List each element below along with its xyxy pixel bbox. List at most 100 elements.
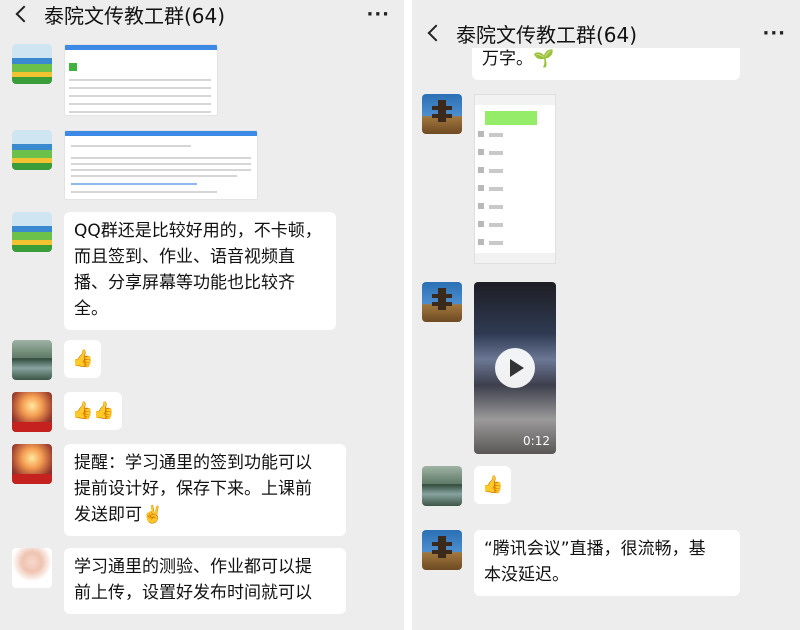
message-screenshot-2 (12, 130, 258, 200)
list-row (69, 79, 211, 81)
message-text-1: QQ群还是比较好用的，不卡顿， 而且签到、作业、语音视频直 播、分享屏幕等功能也… (12, 212, 336, 330)
screenshot-image[interactable] (474, 94, 556, 264)
play-icon[interactable] (495, 348, 535, 388)
message-phone-screenshot (422, 94, 556, 264)
list-text (489, 151, 503, 155)
video-duration: 0:12 (523, 434, 550, 448)
toolbar (71, 145, 191, 147)
list-text (489, 133, 503, 137)
back-chevron-left-icon[interactable] (14, 4, 34, 24)
message-bubble[interactable]: 👍 (474, 466, 512, 504)
avatar-badge (12, 422, 52, 432)
message-line: 而且签到、作业、语音视频直 (74, 247, 295, 267)
right-chat-panel: 泰院文传教工群(64) ··· 万字。🌱 0:12 👍 “腾讯会议”直播，很流畅… (412, 0, 800, 630)
message-emoji-1: 👍 (12, 340, 102, 380)
text-line (71, 191, 217, 193)
list-text (489, 241, 503, 245)
avatar[interactable] (12, 212, 52, 252)
list-text (489, 169, 503, 173)
list-text (489, 205, 503, 209)
list-avatar (478, 239, 484, 245)
avatar[interactable] (12, 392, 52, 432)
list-avatar (478, 221, 484, 227)
status-bar (412, 0, 800, 14)
message-line: 学习通里的测验、作业都可以提 (74, 557, 312, 577)
pagoda-icon (432, 100, 452, 122)
chat-title: 泰院文传教工群(64) (456, 22, 638, 47)
green-bubble (485, 111, 537, 125)
list-avatar (478, 131, 484, 137)
message-line: 发送即可✌️ (74, 505, 164, 525)
message-bubble[interactable]: 提醒：学习通里的签到功能可以 提前设计好，保存下来。上课前 发送即可✌️ (64, 444, 346, 536)
avatar[interactable] (422, 530, 462, 570)
phone-input-bar (475, 253, 555, 263)
message-screenshot-1 (12, 44, 218, 116)
list-avatar (478, 185, 484, 191)
thumbs-up-icon: 👍 (482, 475, 504, 495)
avatar[interactable] (12, 548, 52, 588)
text-line (71, 183, 197, 185)
thumbs-up-icon: 👍 (93, 401, 115, 421)
avatar[interactable] (12, 130, 52, 170)
text-line (71, 169, 251, 171)
message-line: “腾讯会议”直播，很流畅，基 (484, 539, 706, 559)
avatar[interactable] (422, 466, 462, 506)
chat-title: 泰院文传教工群(64) (44, 3, 226, 28)
message-bubble[interactable]: “腾讯会议”直播，很流畅，基 本没延迟。 (474, 530, 740, 596)
avatar[interactable] (12, 444, 52, 484)
avatar[interactable] (422, 94, 462, 134)
thumbs-up-icon: 👍 (72, 401, 94, 421)
avatar[interactable] (12, 340, 52, 380)
message-line: 全。 (74, 299, 108, 319)
message-text-3: 学习通里的测验、作业都可以提 前上传，设置好发布时间就可以 (12, 548, 346, 614)
message-line: 提前设计好，保存下来。上课前 (74, 479, 312, 499)
partial-message-bubble[interactable]: 万字。🌱 (472, 48, 740, 80)
window-titlebar (65, 45, 217, 50)
message-line: 播、分享屏幕等功能也比较齐 (74, 273, 295, 293)
message-line: 提醒：学习通里的签到功能可以 (74, 453, 312, 473)
more-dots-icon[interactable]: ··· (366, 4, 390, 25)
list-avatar (478, 203, 484, 209)
text-line (71, 163, 251, 165)
avatar[interactable] (12, 44, 52, 84)
message-bubble[interactable]: 学习通里的测验、作业都可以提 前上传，设置好发布时间就可以 (64, 548, 346, 614)
chat-header: 泰院文传教工群(64) ··· (412, 18, 800, 48)
message-line: QQ群还是比较好用的，不卡顿， (74, 221, 322, 241)
message-video: 0:12 (422, 282, 556, 454)
message-bubble[interactable]: 👍 (64, 340, 102, 378)
panel-divider (404, 0, 412, 630)
message-bubble[interactable]: QQ群还是比较好用的，不卡顿， 而且签到、作业、语音视频直 播、分享屏幕等功能也… (64, 212, 336, 330)
video-thumbnail[interactable]: 0:12 (474, 282, 556, 454)
window-titlebar (65, 131, 257, 136)
more-dots-icon[interactable]: ··· (762, 23, 786, 44)
pagoda-icon (432, 536, 452, 558)
list-avatar (478, 167, 484, 173)
thumbs-up-icon: 👍 (72, 349, 94, 369)
text-line (71, 175, 237, 177)
screenshot-image[interactable] (64, 44, 218, 116)
app-logo-icon (69, 63, 77, 71)
message-emoji: 👍 (422, 466, 512, 506)
message-line: 前上传，设置好发布时间就可以 (74, 583, 312, 603)
pagoda-icon (432, 288, 452, 310)
message-text: “腾讯会议”直播，很流畅，基 本没延迟。 (422, 530, 740, 596)
avatar[interactable] (422, 282, 462, 322)
message-text-2: 提醒：学习通里的签到功能可以 提前设计好，保存下来。上课前 发送即可✌️ (12, 444, 346, 536)
list-row (69, 95, 211, 97)
chat-header: 泰院文传教工群(64) ··· (0, 0, 404, 28)
message-line: 本没延迟。 (484, 565, 569, 585)
phone-header (475, 95, 555, 105)
left-chat-panel: 泰院文传教工群(64) ··· QQ群还是比较好用的，不卡顿， 而且签到、作业、… (0, 0, 404, 630)
list-row (69, 111, 211, 113)
message-emoji-2: 👍👍 (12, 392, 123, 432)
text-line (71, 157, 251, 159)
list-text (489, 223, 503, 227)
avatar-badge (12, 474, 52, 484)
list-row (69, 87, 211, 89)
list-row (69, 103, 211, 105)
list-avatar (478, 149, 484, 155)
back-chevron-left-icon[interactable] (426, 23, 446, 43)
message-bubble[interactable]: 👍👍 (64, 392, 123, 430)
list-text (489, 187, 503, 191)
screenshot-image[interactable] (64, 130, 258, 200)
